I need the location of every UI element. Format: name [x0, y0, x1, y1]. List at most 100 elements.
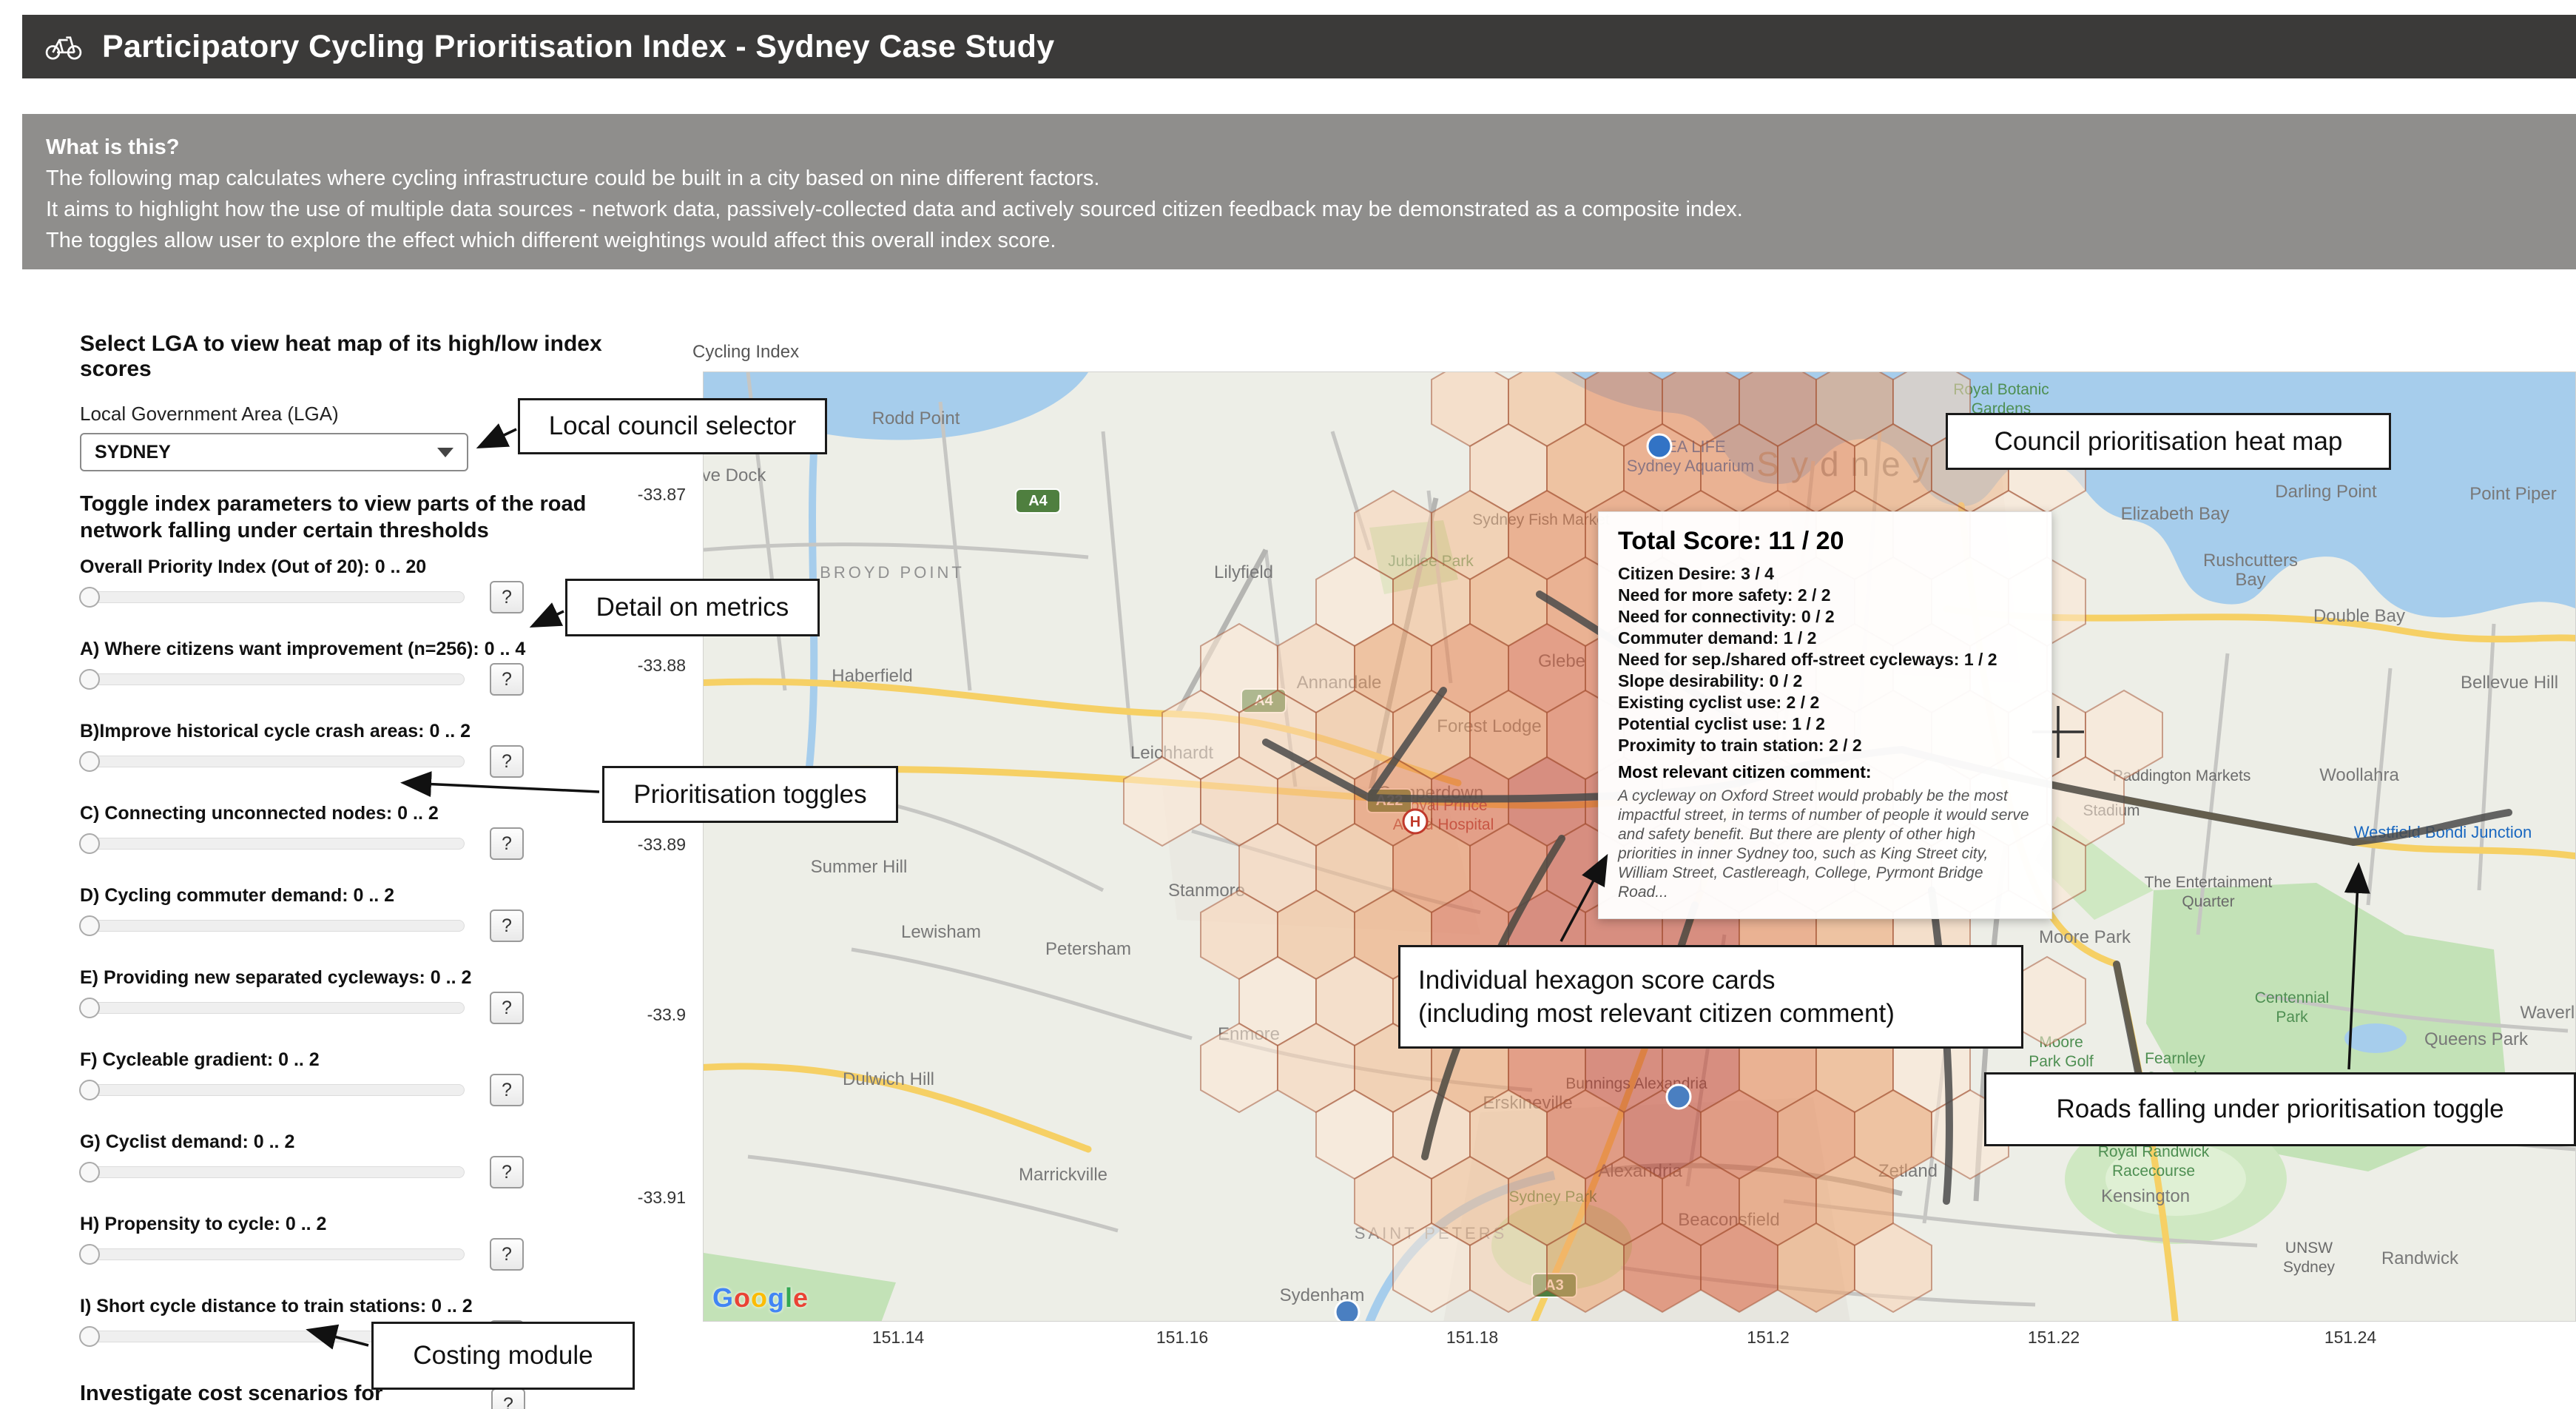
- map-label: Marrickville: [1019, 1165, 1107, 1185]
- help-button[interactable]: ?: [490, 1074, 524, 1106]
- google-logo[interactable]: Google: [712, 1282, 809, 1314]
- x-axis-tick: 151.14: [872, 1328, 924, 1348]
- slider-label: H) Propensity to cycle: 0 .. 2: [80, 1213, 672, 1235]
- scorecard-metrics: Citizen Desire: 3 / 4Need for more safet…: [1618, 563, 2032, 756]
- slider-track[interactable]: [80, 838, 465, 850]
- slider-group: A) Where citizens want improvement (n=25…: [80, 638, 672, 696]
- scorecard-metric: Existing cyclist use: 2 / 2: [1618, 692, 2032, 713]
- help-button[interactable]: ?: [490, 745, 524, 778]
- slider-thumb[interactable]: [79, 1162, 100, 1183]
- help-button[interactable]: ?: [491, 1388, 525, 1409]
- x-axis-tick: 151.24: [2324, 1328, 2376, 1348]
- intro-heading: What is this?: [46, 132, 2552, 163]
- slider-thumb[interactable]: [79, 1244, 100, 1265]
- slider-track[interactable]: [80, 591, 465, 603]
- map-label: Dulwich Hill: [843, 1069, 934, 1089]
- map-label: Elizabeth Bay: [2121, 504, 2230, 524]
- callout-local-council-selector: Local council selector: [518, 398, 827, 454]
- x-axis-tick: 151.18: [1446, 1328, 1498, 1348]
- chevron-down-icon: [437, 448, 454, 457]
- slider-label: I) Short cycle distance to train station…: [80, 1295, 672, 1317]
- y-axis-tick: -33.88: [625, 656, 686, 676]
- map-label: Haberfield: [832, 666, 912, 686]
- slider-thumb[interactable]: [79, 587, 100, 608]
- help-button[interactable]: ?: [490, 909, 524, 942]
- intro-line: It aims to highlight how the use of mult…: [46, 194, 2552, 225]
- slider-group: D) Cycling commuter demand: 0 .. 2 ?: [80, 884, 672, 942]
- slider-list: Overall Priority Index (Out of 20): 0 ..…: [80, 556, 672, 1353]
- help-button[interactable]: ?: [490, 827, 524, 860]
- y-axis-tick: -33.87: [625, 485, 686, 505]
- map-label: Randwick: [2381, 1248, 2459, 1268]
- callout-detail-on-metrics: Detail on metrics: [565, 579, 820, 636]
- scorecard-metric: Slope desirability: 0 / 2: [1618, 670, 2032, 692]
- slider-thumb[interactable]: [79, 915, 100, 936]
- map-label: Waverley: [2520, 1003, 2576, 1023]
- aquarium-marker[interactable]: [1648, 434, 1671, 458]
- slider-group: C) Connecting unconnected nodes: 0 .. 2 …: [80, 802, 672, 860]
- slider-thumb[interactable]: [79, 1326, 100, 1347]
- intro-banner: What is this? The following map calculat…: [22, 114, 2576, 269]
- callout-heat-map: Council prioritisation heat map: [1946, 413, 2391, 470]
- app-root: { "header": { "title": "Participatory Cy…: [0, 0, 2576, 1409]
- help-button[interactable]: ?: [490, 992, 524, 1024]
- help-button[interactable]: ?: [490, 1238, 524, 1271]
- scorecard-comment: A cycleway on Oxford Street would probab…: [1618, 787, 2032, 902]
- slider-track[interactable]: [80, 1084, 465, 1096]
- callout-hexagon-score-cards: Individual hexagon score cards (includin…: [1398, 945, 2023, 1049]
- map-label: Darling Point: [2275, 482, 2377, 502]
- help-button[interactable]: ?: [490, 581, 524, 613]
- slider-label: D) Cycling commuter demand: 0 .. 2: [80, 884, 672, 907]
- callout-roads-toggle: Roads falling under prioritisation toggl…: [1984, 1072, 2576, 1146]
- slider-track[interactable]: [80, 920, 465, 932]
- scorecard-metric: Citizen Desire: 3 / 4: [1618, 563, 2032, 585]
- map-label: Bellevue Hill: [2461, 673, 2558, 693]
- transit-marker[interactable]: [1335, 1300, 1359, 1322]
- help-button[interactable]: ?: [490, 1156, 524, 1188]
- scorecard-comment-label: Most relevant citizen comment:: [1618, 762, 2032, 782]
- map-label: Moore Park: [2039, 927, 2131, 947]
- x-axis-tick: 151.16: [1156, 1328, 1208, 1348]
- slider-track[interactable]: [80, 1248, 465, 1260]
- hexagon-scorecard: Total Score: 11 / 20 Citizen Desire: 3 /…: [1598, 511, 2052, 919]
- scorecard-metric: Need for connectivity: 0 / 2: [1618, 606, 2032, 628]
- slider-thumb[interactable]: [79, 1080, 100, 1100]
- lga-selected-value: SYDNEY: [95, 442, 171, 463]
- scorecard-title: Total Score: 11 / 20: [1618, 527, 2032, 556]
- slider-group: G) Cyclist demand: 0 .. 2 ?: [80, 1131, 672, 1188]
- scorecard-metric: Proximity to train station: 2 / 2: [1618, 735, 2032, 756]
- toggles-section-title: Toggle index parameters to view parts of…: [80, 491, 627, 544]
- slider-thumb[interactable]: [79, 669, 100, 690]
- map-label: Lewisham: [901, 922, 981, 942]
- hospital-marker[interactable]: H: [1403, 810, 1427, 833]
- help-button[interactable]: ?: [490, 663, 524, 696]
- scorecard-metric: Need for more safety: 2 / 2: [1618, 585, 2032, 606]
- slider-track[interactable]: [80, 1002, 465, 1014]
- lga-select[interactable]: SYDNEY: [80, 433, 468, 471]
- slider-thumb[interactable]: [79, 751, 100, 772]
- slider-label: A) Where citizens want improvement (n=25…: [80, 638, 672, 660]
- slider-track[interactable]: [80, 756, 465, 767]
- map-canvas[interactable]: Rodd PointFive DockBROYD POINTHaberfield…: [703, 371, 2576, 1322]
- slider-thumb[interactable]: [79, 833, 100, 854]
- bicycle-icon: [43, 33, 84, 61]
- slider-track[interactable]: [80, 1166, 465, 1178]
- map-label: BROYD POINT: [820, 563, 965, 582]
- lga-section-title: Select LGA to view heat map of its high/…: [80, 332, 672, 382]
- slider-label: Overall Priority Index (Out of 20): 0 ..…: [80, 556, 672, 578]
- slider-label: E) Providing new separated cycleways: 0 …: [80, 966, 672, 989]
- page-title: Participatory Cycling Prioritisation Ind…: [102, 29, 1054, 65]
- y-axis-tick: -33.9: [625, 1005, 686, 1025]
- slider-thumb[interactable]: [79, 998, 100, 1018]
- y-axis-tick: -33.91: [625, 1188, 686, 1208]
- callout-prioritisation-toggles: Prioritisation toggles: [602, 766, 898, 823]
- map-label: Rodd Point: [872, 408, 960, 428]
- slider-label: G) Cyclist demand: 0 .. 2: [80, 1131, 672, 1153]
- app-header: Participatory Cycling Prioritisation Ind…: [22, 15, 2576, 78]
- transit-marker[interactable]: [1667, 1085, 1690, 1109]
- map-label: Point Piper: [2469, 484, 2556, 504]
- map-label: Summer Hill: [811, 857, 908, 877]
- slider-group: F) Cycleable gradient: 0 .. 2 ?: [80, 1049, 672, 1106]
- svg-text:H: H: [1410, 814, 1420, 830]
- slider-track[interactable]: [80, 673, 465, 685]
